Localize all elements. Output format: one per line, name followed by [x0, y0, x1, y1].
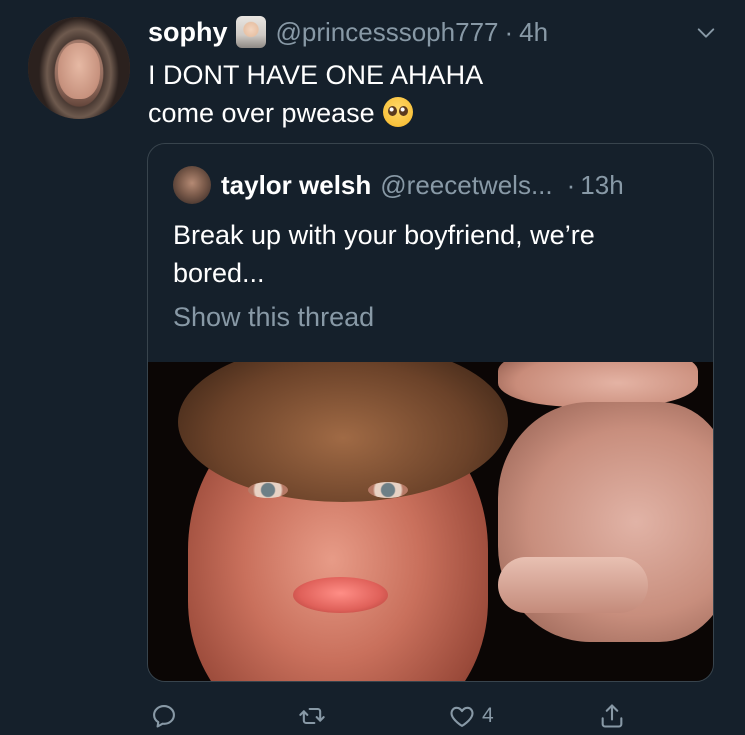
tweet-text-line-2-text: come over pwease	[148, 98, 375, 128]
share-button[interactable]	[598, 700, 632, 732]
tweet-text: I DONT HAVE ONE AHAHA come over pwease	[148, 56, 483, 132]
photo-thumb	[498, 557, 648, 613]
author-avatar[interactable]	[28, 17, 130, 119]
tweet-actions: 4	[148, 700, 668, 732]
quoted-text-line-1: Break up with your boyfriend, we’re	[173, 220, 595, 250]
quoted-tweet-photo[interactable]	[148, 362, 713, 681]
tweet-header: sophy @princesssoph777 · 4h	[148, 12, 548, 52]
author-name[interactable]: sophy	[148, 17, 228, 48]
heart-icon	[450, 706, 474, 727]
like-count: 4	[482, 704, 494, 727]
quoted-author-avatar	[173, 166, 211, 204]
avatar-face	[58, 43, 100, 99]
photo-mouth	[293, 577, 388, 613]
separator-dot: ·	[566, 169, 576, 200]
quoted-tweet-text: Break up with your boyfriend, we’re bore…	[173, 216, 693, 292]
share-icon	[601, 704, 623, 728]
pleading-face-emoji-icon	[382, 97, 413, 127]
tweet-text-line-1: I DONT HAVE ONE AHAHA	[148, 60, 484, 90]
retweet-button[interactable]	[298, 700, 332, 732]
chevron-down-icon[interactable]	[695, 22, 717, 44]
photo-skin-top	[498, 362, 698, 407]
separator-dot: ·	[504, 16, 514, 47]
reply-icon	[153, 705, 175, 728]
photo-left-eye	[248, 482, 288, 498]
quoted-tweet[interactable]: taylor welsh @reecetwels... · 13h Break …	[147, 143, 714, 682]
show-thread-link[interactable]: Show this thread	[173, 302, 374, 333]
tweet-timestamp[interactable]: 4h	[519, 17, 548, 48]
quoted-tweet-timestamp: 13h	[580, 169, 624, 200]
retweet-icon	[299, 707, 325, 725]
tweet-text-line-2: come over pwease	[148, 94, 483, 132]
author-handle[interactable]: @princesssoph777	[276, 17, 499, 48]
quoted-author-handle: @reecetwels...	[380, 169, 553, 200]
tweet[interactable]: sophy @princesssoph777 · 4h I DONT HAVE …	[0, 0, 745, 735]
person-with-veil-emoji-icon	[235, 16, 266, 48]
quoted-author-name: taylor welsh	[221, 169, 372, 200]
photo-right-eye	[368, 482, 408, 498]
like-button[interactable]: 4	[448, 700, 494, 732]
reply-button[interactable]	[150, 700, 184, 732]
quoted-text-line-2: bored...	[173, 258, 265, 288]
quoted-tweet-header: taylor welsh @reecetwels... · 13h	[173, 164, 624, 206]
